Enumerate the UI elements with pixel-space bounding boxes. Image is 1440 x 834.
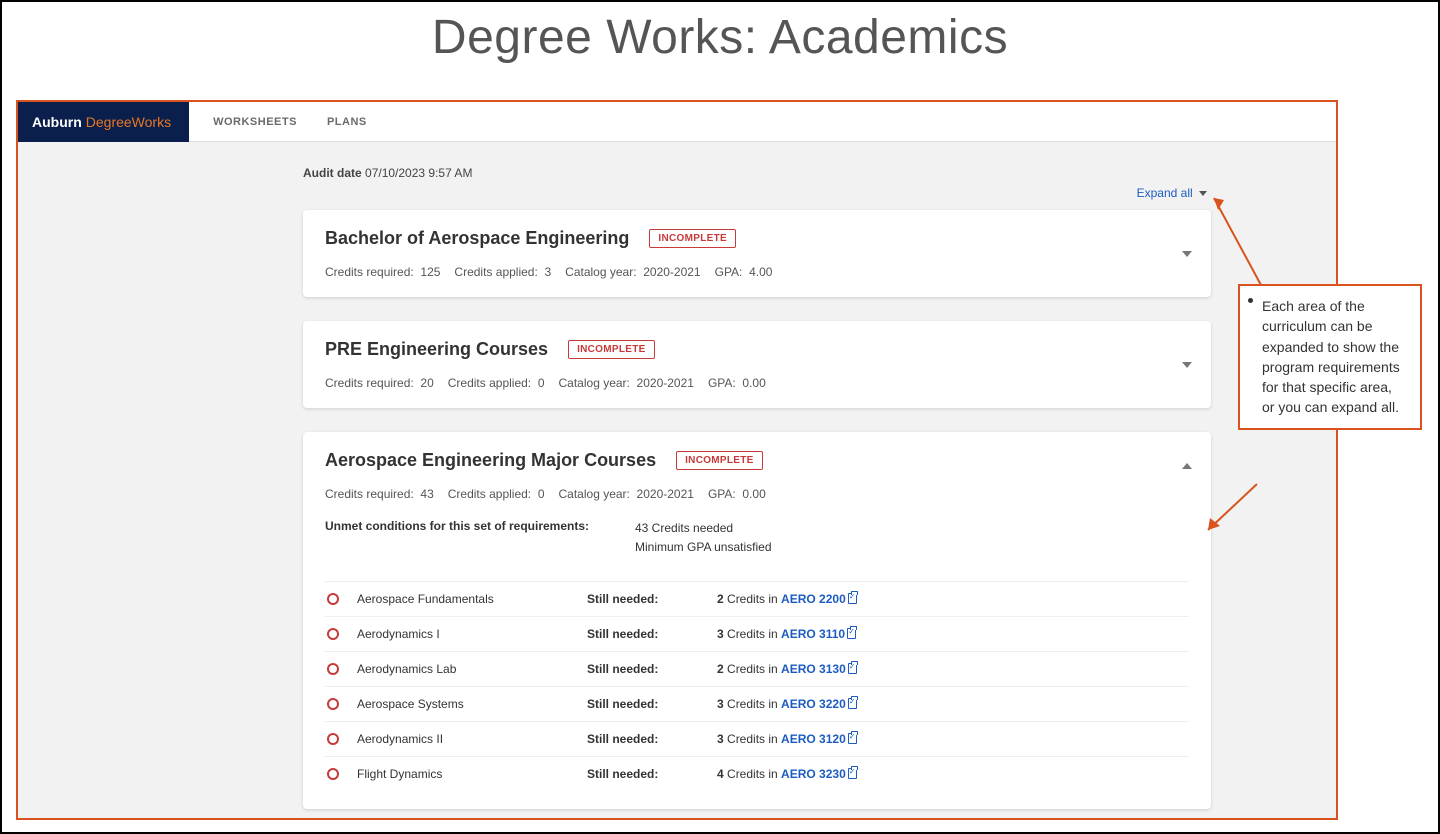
credits-needed: 2 Credits in AERO 2200 xyxy=(717,592,1017,606)
callout-text: Each area of the curriculum can be expan… xyxy=(1262,298,1400,415)
unmet-messages: 43 Credits needed Minimum GPA unsatisfie… xyxy=(635,519,772,557)
audit-date-line: Audit date 07/10/2023 9:57 AM xyxy=(303,166,1211,180)
course-name: Aerospace Systems xyxy=(357,697,587,711)
app-logo[interactable]: Auburn DegreeWorks xyxy=(18,102,189,142)
status-circle-icon xyxy=(327,768,339,780)
meta-row: Credits required: 43 Credits applied: 0 … xyxy=(325,487,1189,501)
course-link[interactable]: AERO 3110 xyxy=(781,627,845,641)
credits-needed: 3 Credits in AERO 3120 xyxy=(717,732,1017,746)
course-name: Flight Dynamics xyxy=(357,767,587,781)
degree-title: Bachelor of Aerospace Engineering xyxy=(325,228,629,249)
logo-product: DegreeWorks xyxy=(86,114,171,130)
clipboard-icon[interactable] xyxy=(848,733,857,744)
slide-frame: Degree Works: Academics Auburn DegreeWor… xyxy=(0,0,1440,834)
course-row: Aerodynamics IIStill needed:3 Credits in… xyxy=(325,721,1189,756)
nav-worksheets[interactable]: WORKSHEETS xyxy=(213,116,297,128)
meta-row: Credits required: 125 Credits applied: 3… xyxy=(325,265,1189,279)
expand-all-link[interactable]: Expand all xyxy=(1137,186,1196,200)
logo-brand: Auburn xyxy=(32,114,82,130)
course-link[interactable]: AERO 3120 xyxy=(781,732,846,746)
audit-date-label: Audit date xyxy=(303,166,362,180)
course-link[interactable]: AERO 3130 xyxy=(781,662,846,676)
course-name: Aerodynamics Lab xyxy=(357,662,587,676)
pre-title: PRE Engineering Courses xyxy=(325,339,548,360)
status-circle-icon xyxy=(327,663,339,675)
clipboard-icon[interactable] xyxy=(847,628,856,639)
status-circle-icon xyxy=(327,733,339,745)
credits-needed: 2 Credits in AERO 3130 xyxy=(717,662,1017,676)
clipboard-icon[interactable] xyxy=(848,768,857,779)
clipboard-icon[interactable] xyxy=(848,593,857,604)
course-row: Flight DynamicsStill needed:4 Credits in… xyxy=(325,756,1189,791)
expand-toggle[interactable] xyxy=(1181,248,1193,260)
expand-all-row: Expand all xyxy=(303,186,1211,200)
major-card: Aerospace Engineering Major Courses INCO… xyxy=(303,432,1211,809)
course-row: Aerodynamics IStill needed:3 Credits in … xyxy=(325,616,1189,651)
clipboard-icon[interactable] xyxy=(848,698,857,709)
screenshot-frame: Auburn DegreeWorks WORKSHEETS PLANS Audi… xyxy=(16,100,1338,820)
credits-needed: 3 Credits in AERO 3110 xyxy=(717,627,1017,641)
still-needed-label: Still needed: xyxy=(587,662,717,676)
card-header: Bachelor of Aerospace Engineering INCOMP… xyxy=(325,228,1189,249)
slide-title: Degree Works: Academics xyxy=(2,10,1438,65)
course-link[interactable]: AERO 2200 xyxy=(781,592,846,606)
meta-row: Credits required: 20 Credits applied: 0 … xyxy=(325,376,1189,390)
nav-plans[interactable]: PLANS xyxy=(327,116,367,128)
course-name: Aerodynamics II xyxy=(357,732,587,746)
credits-needed: 4 Credits in AERO 3230 xyxy=(717,767,1017,781)
still-needed-label: Still needed: xyxy=(587,697,717,711)
status-badge: INCOMPLETE xyxy=(676,451,763,470)
major-title: Aerospace Engineering Major Courses xyxy=(325,450,656,471)
unmet-conditions: Unmet conditions for this set of require… xyxy=(325,519,1189,557)
expand-toggle[interactable] xyxy=(1181,359,1193,371)
status-circle-icon xyxy=(327,628,339,640)
still-needed-label: Still needed: xyxy=(587,732,717,746)
clipboard-icon[interactable] xyxy=(848,663,857,674)
nav-links: WORKSHEETS PLANS xyxy=(213,116,367,128)
course-row: Aerospace SystemsStill needed:3 Credits … xyxy=(325,686,1189,721)
main-column: Audit date 07/10/2023 9:57 AM Expand all… xyxy=(303,166,1211,809)
still-needed-label: Still needed: xyxy=(587,767,717,781)
status-badge: INCOMPLETE xyxy=(649,229,736,248)
content-area: Audit date 07/10/2023 9:57 AM Expand all… xyxy=(18,142,1336,818)
still-needed-label: Still needed: xyxy=(587,627,717,641)
course-link[interactable]: AERO 3230 xyxy=(781,767,846,781)
course-list: Aerospace FundamentalsStill needed:2 Cre… xyxy=(325,581,1189,791)
status-circle-icon xyxy=(327,593,339,605)
still-needed-label: Still needed: xyxy=(587,592,717,606)
annotation-callout: Each area of the curriculum can be expan… xyxy=(1238,284,1422,430)
collapse-toggle[interactable] xyxy=(1181,460,1193,472)
card-header: PRE Engineering Courses INCOMPLETE xyxy=(325,339,1189,360)
annotation-arrow-1 xyxy=(1206,190,1266,290)
audit-date-value: 07/10/2023 9:57 AM xyxy=(365,166,472,180)
status-circle-icon xyxy=(327,698,339,710)
unmet-label: Unmet conditions for this set of require… xyxy=(325,519,635,557)
status-badge: INCOMPLETE xyxy=(568,340,655,359)
degree-card: Bachelor of Aerospace Engineering INCOMP… xyxy=(303,210,1211,297)
pre-card: PRE Engineering Courses INCOMPLETE Credi… xyxy=(303,321,1211,408)
course-link[interactable]: AERO 3220 xyxy=(781,697,846,711)
credits-needed: 3 Credits in AERO 3220 xyxy=(717,697,1017,711)
annotation-arrow-2 xyxy=(1202,482,1262,537)
course-name: Aerospace Fundamentals xyxy=(357,592,587,606)
course-name: Aerodynamics I xyxy=(357,627,587,641)
bullet-icon xyxy=(1248,298,1253,303)
app-header: Auburn DegreeWorks WORKSHEETS PLANS xyxy=(18,102,1336,142)
course-row: Aerospace FundamentalsStill needed:2 Cre… xyxy=(325,581,1189,616)
course-row: Aerodynamics LabStill needed:2 Credits i… xyxy=(325,651,1189,686)
card-header: Aerospace Engineering Major Courses INCO… xyxy=(325,450,1189,471)
